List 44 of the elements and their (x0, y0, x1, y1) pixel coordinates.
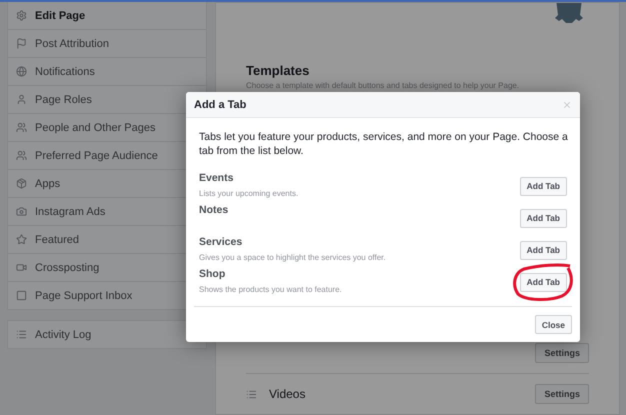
video-camera-icon (16, 262, 27, 273)
sidebar-item[interactable]: Activity Log (35, 328, 92, 340)
camera-icon (16, 206, 27, 217)
sidebar-item[interactable]: Apps (35, 178, 60, 190)
tab-name: Events (199, 172, 234, 184)
add-tab-button[interactable]: Add Tab (520, 272, 567, 292)
add-tab-button[interactable]: Add Tab (520, 176, 567, 196)
people-icon (16, 122, 27, 133)
people-icon (16, 150, 27, 161)
square-icon (16, 290, 27, 301)
star-icon (16, 234, 27, 245)
drag-handle-icon[interactable] (246, 388, 257, 400)
close-button[interactable]: Close (534, 315, 572, 334)
sidebar-item[interactable]: Post Attribution (35, 38, 109, 50)
tab-name: Shop (199, 268, 226, 280)
section-description: Choose a template with default buttons and tabs designed to help your Page. (246, 81, 520, 90)
tab-name: Videos (269, 387, 306, 401)
sidebar-item[interactable]: Page Support Inbox (35, 290, 132, 302)
sidebar-item[interactable]: Preferred Page Audience (35, 150, 158, 162)
sidebar-item[interactable]: People and Other Pages (35, 122, 156, 134)
sidebar-item[interactable]: Page Roles (35, 94, 92, 106)
tab-name: Services (199, 236, 244, 248)
list-icon (16, 329, 27, 340)
person-icon (16, 94, 27, 105)
sidebar-item[interactable]: Crossposting (35, 262, 100, 274)
globe-icon (16, 66, 27, 77)
settings-button[interactable]: Settings (535, 343, 589, 363)
tab-description: Lists your upcoming events. (199, 189, 298, 198)
add-tab-button[interactable]: Add Tab (520, 208, 567, 228)
close-icon[interactable] (562, 100, 572, 110)
settings-button[interactable]: Settings (535, 384, 589, 404)
tab-description: Shows the products you want to feature. (199, 285, 342, 294)
dialog-title: Add a Tab (194, 98, 246, 110)
sidebar-item[interactable]: Edit Page (35, 10, 86, 22)
section-title: Templates (246, 63, 310, 78)
tab-description: Gives you a space to highlight the services you offer. (199, 253, 386, 262)
sidebar-item[interactable]: Featured (35, 234, 80, 246)
dialog-intro: Tabs let you feature your products, services, and more on your Page. Choose a tab from the list below. (199, 130, 568, 158)
box-icon (16, 178, 27, 189)
add-tab-button[interactable]: Add Tab (520, 240, 567, 260)
sidebar-item[interactable]: Notifications (35, 66, 95, 78)
sidebar-item[interactable]: Instagram Ads (35, 206, 106, 218)
flag-icon (16, 38, 27, 49)
tab-name: Notes (199, 204, 228, 216)
